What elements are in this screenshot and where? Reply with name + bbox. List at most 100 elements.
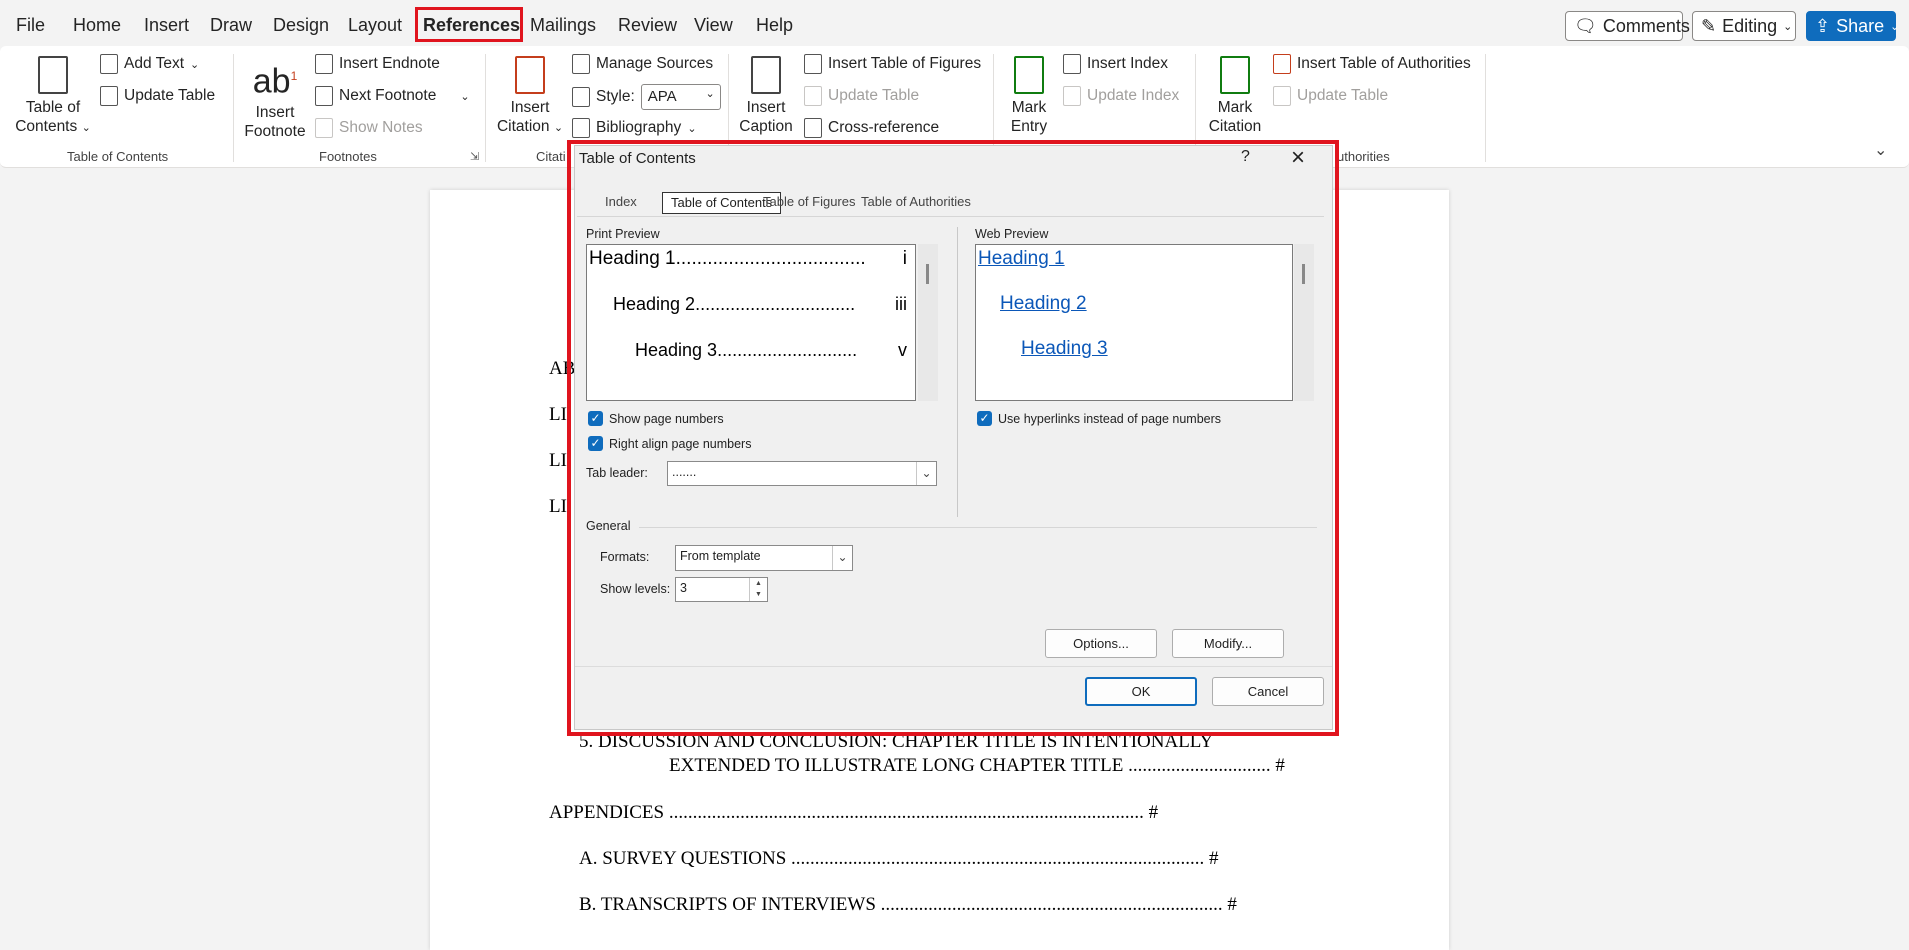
citation-icon bbox=[515, 56, 545, 94]
show-notes-button[interactable]: Show Notes bbox=[315, 118, 423, 138]
chevron-down-icon: ⌄ bbox=[1890, 20, 1900, 33]
insert-caption-button[interactable]: Insert Caption bbox=[735, 56, 797, 136]
footnote-icon: ab1 bbox=[252, 62, 298, 101]
insert-citation-button[interactable]: Insert Citation ⌄ bbox=[490, 56, 570, 138]
table-of-contents-dialog: Table of Contents ? × Index Table of Con… bbox=[574, 144, 1333, 730]
tab-insert[interactable]: Insert bbox=[144, 15, 189, 36]
pencil-icon: ✎ bbox=[1701, 15, 1717, 36]
dialog-launcher-icon[interactable]: ⇲ bbox=[470, 150, 479, 163]
bibliography-icon bbox=[572, 118, 590, 138]
update-table-button[interactable]: Update Table bbox=[100, 86, 215, 106]
insert-footnote-button[interactable]: ab1 Insert Footnote bbox=[240, 56, 310, 141]
update-table-figures-button[interactable]: Update Table bbox=[804, 86, 919, 106]
print-preview-scrollbar[interactable] bbox=[918, 244, 938, 401]
update-table-icon bbox=[1273, 86, 1291, 106]
modify-button[interactable]: Modify... bbox=[1172, 629, 1284, 658]
bibliography-button[interactable]: Bibliography ⌄ bbox=[572, 118, 697, 138]
mark-citation-button[interactable]: Mark Citation bbox=[1205, 56, 1265, 136]
doc-partial-line: LI bbox=[549, 450, 567, 471]
table-of-figures-icon bbox=[804, 54, 822, 74]
share-icon: ⇪ bbox=[1815, 15, 1831, 36]
tab-design[interactable]: Design bbox=[273, 15, 329, 36]
formats-label: Formats: bbox=[600, 550, 650, 564]
tab-mailings[interactable]: Mailings bbox=[530, 15, 596, 36]
chevron-down-icon: ⌄ bbox=[832, 546, 852, 570]
help-icon[interactable]: ? bbox=[1241, 148, 1250, 166]
tab-view[interactable]: View bbox=[694, 15, 733, 36]
tab-review[interactable]: Review bbox=[618, 15, 677, 36]
group-label-citations: Citati bbox=[536, 149, 566, 164]
cancel-button[interactable]: Cancel bbox=[1212, 677, 1324, 706]
style-select[interactable]: APA ⌄ bbox=[640, 84, 721, 110]
toc-entry-chapter-5-cont: EXTENDED TO ILLUSTRATE LONG CHAPTER TITL… bbox=[669, 755, 1285, 776]
separator bbox=[485, 54, 486, 162]
style-control[interactable]: Style: APA ⌄ bbox=[572, 84, 721, 110]
tab-table-of-authorities[interactable]: Table of Authorities bbox=[853, 192, 979, 214]
update-index-button[interactable]: Update Index bbox=[1063, 86, 1179, 106]
share-button[interactable]: ⇪ Share ⌄ bbox=[1806, 11, 1900, 41]
tab-leader-select[interactable]: ....... ⌄ bbox=[667, 461, 937, 486]
tab-table-of-figures[interactable]: Table of Figures bbox=[755, 192, 864, 214]
mark-citation-icon bbox=[1220, 56, 1250, 94]
spinner-arrows-icon[interactable]: ▲ ▼ bbox=[749, 578, 767, 601]
comment-icon: 🗨 bbox=[1574, 15, 1597, 36]
manage-sources-button[interactable]: Manage Sources bbox=[572, 54, 713, 74]
options-button[interactable]: Options... bbox=[1045, 629, 1157, 658]
tab-index[interactable]: Index bbox=[597, 192, 645, 214]
general-label: General bbox=[586, 519, 631, 533]
add-text-button[interactable]: Add Text ⌄ bbox=[100, 54, 199, 74]
right-align-checkbox[interactable]: ✓ bbox=[588, 436, 603, 451]
references-highlight-box bbox=[415, 7, 523, 42]
add-text-icon bbox=[100, 54, 118, 74]
comments-button[interactable]: 🗨 Comments bbox=[1565, 11, 1690, 41]
print-preview-heading-2: Heading 2...............................… bbox=[613, 294, 907, 314]
update-table-icon bbox=[804, 86, 822, 106]
show-notes-icon bbox=[315, 118, 333, 138]
manage-sources-icon bbox=[572, 54, 590, 74]
formats-select[interactable]: From template ⌄ bbox=[675, 545, 853, 571]
update-table-authorities-button[interactable]: Update Table bbox=[1273, 86, 1388, 106]
use-hyperlinks-label: Use hyperlinks instead of page numbers bbox=[998, 412, 1222, 426]
cross-reference-button[interactable]: Cross-reference bbox=[804, 118, 939, 138]
group-label-footnotes: Footnotes bbox=[319, 149, 377, 164]
right-align-label: Right align page numbers bbox=[609, 437, 752, 451]
chevron-down-icon: ⌄ bbox=[916, 462, 936, 485]
use-hyperlinks-checkbox[interactable]: ✓ bbox=[977, 411, 992, 426]
tab-help[interactable]: Help bbox=[756, 15, 793, 36]
mark-entry-button[interactable]: Mark Entry bbox=[1004, 56, 1054, 136]
vertical-separator bbox=[957, 227, 958, 517]
tab-panel: Print Preview Heading 1.................… bbox=[577, 216, 1324, 658]
insert-endnote-button[interactable]: Insert Endnote bbox=[315, 54, 440, 74]
editing-button[interactable]: ✎ Editing ⌄ bbox=[1692, 11, 1796, 41]
group-label-authorities: uthorities bbox=[1337, 149, 1390, 164]
insert-index-button[interactable]: Insert Index bbox=[1063, 54, 1168, 74]
print-preview-heading-1: Heading 1...............................… bbox=[589, 248, 907, 269]
web-preview-heading-1[interactable]: Heading 1 bbox=[978, 248, 1065, 270]
insert-table-of-authorities-button[interactable]: Insert Table of Authorities bbox=[1273, 54, 1471, 74]
table-of-authorities-icon bbox=[1273, 54, 1291, 74]
tab-draw[interactable]: Draw bbox=[210, 15, 252, 36]
next-footnote-button[interactable]: Next Footnote ⌄ bbox=[315, 86, 470, 106]
show-page-numbers-checkbox[interactable]: ✓ bbox=[588, 411, 603, 426]
table-of-contents-button[interactable]: Table of Contents ⌄ bbox=[14, 56, 92, 138]
show-levels-label: Show levels: bbox=[600, 582, 671, 596]
tab-home[interactable]: Home bbox=[73, 15, 121, 36]
insert-table-of-figures-button[interactable]: Insert Table of Figures bbox=[804, 54, 981, 74]
toc-entry-appendices: APPENDICES .............................… bbox=[549, 802, 1159, 823]
scroll-thumb[interactable] bbox=[926, 264, 929, 284]
tab-layout[interactable]: Layout bbox=[348, 15, 402, 36]
insert-index-icon bbox=[1063, 54, 1081, 74]
general-separator bbox=[639, 527, 1317, 528]
collapse-ribbon-icon[interactable]: ⌄ bbox=[1874, 140, 1887, 160]
scroll-thumb[interactable] bbox=[1302, 264, 1305, 284]
show-levels-spinner[interactable]: 3 ▲ ▼ bbox=[675, 577, 768, 602]
tab-leader-label: Tab leader: bbox=[586, 466, 648, 480]
close-icon[interactable]: × bbox=[1291, 144, 1305, 172]
tab-file[interactable]: File bbox=[16, 15, 45, 36]
web-preview-scrollbar[interactable] bbox=[1294, 244, 1314, 401]
web-preview-heading-2[interactable]: Heading 2 bbox=[1000, 293, 1087, 315]
doc-partial-line: LI bbox=[549, 404, 567, 425]
ok-button[interactable]: OK bbox=[1085, 677, 1197, 706]
web-preview-heading-3[interactable]: Heading 3 bbox=[1021, 338, 1108, 360]
endnote-icon bbox=[315, 54, 333, 74]
